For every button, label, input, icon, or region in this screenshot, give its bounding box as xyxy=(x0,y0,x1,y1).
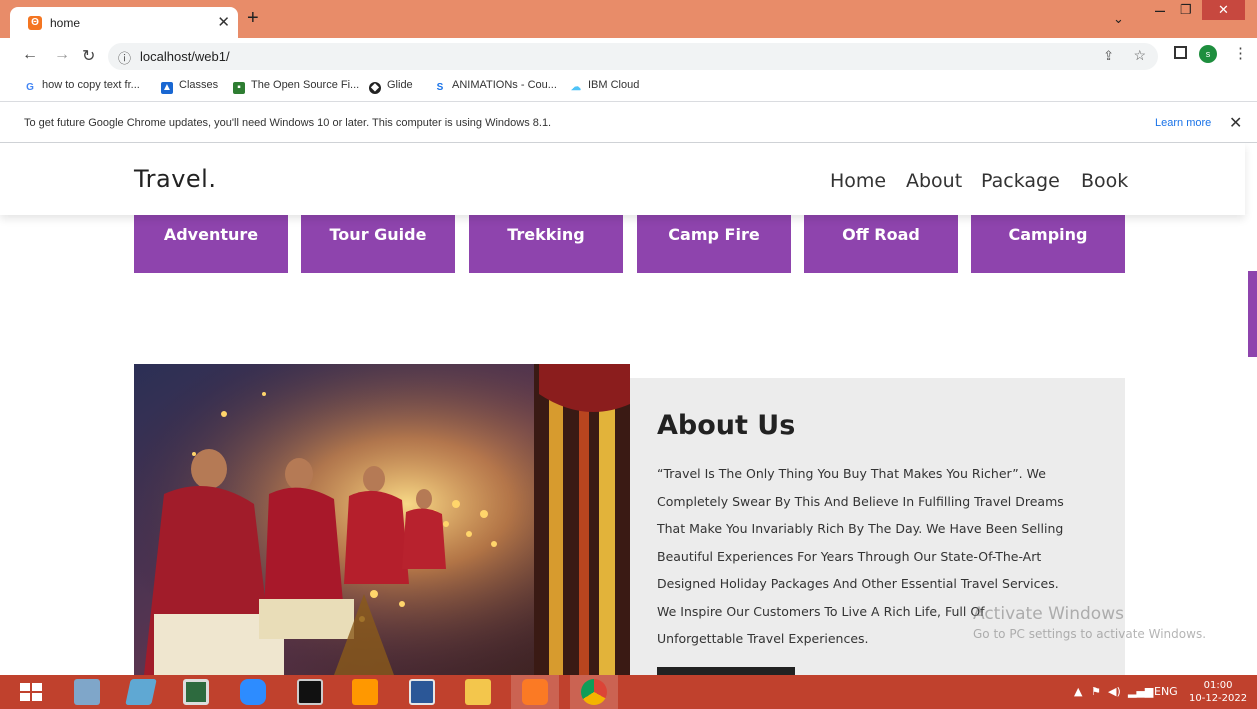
page-scrollbar-thumb[interactable] xyxy=(1248,271,1257,357)
service-label: Trekking xyxy=(507,225,585,244)
site-header: Travel. Home About Package Book xyxy=(0,143,1245,215)
bookmark-item[interactable]: ▲ Classes xyxy=(161,79,218,94)
bookmark-item[interactable]: ▪ The Open Source Fi... xyxy=(233,79,359,94)
action-center-flag-icon[interactable]: ⚑ xyxy=(1091,685,1101,698)
word-icon[interactable] xyxy=(409,679,435,705)
infobar-close-icon[interactable]: ✕ xyxy=(1229,113,1242,133)
service-label: Off Road xyxy=(842,225,920,244)
minimize-window-icon[interactable]: – xyxy=(1155,0,1165,21)
close-window-icon[interactable]: ✕ xyxy=(1202,0,1245,20)
browser-tab-strip: Θ home ✕ + ⌄ – ❐ ✕ xyxy=(0,0,1257,38)
infobar-message: To get future Google Chrome updates, you… xyxy=(24,117,552,129)
about-line: Beautiful Experiences For Years Through … xyxy=(657,548,1042,564)
tray-overflow-icon[interactable]: ▲ xyxy=(1074,685,1082,698)
bookmark-item[interactable]: ◆ Glide xyxy=(369,79,413,94)
open-source-icon: ▪ xyxy=(233,82,245,94)
activate-windows-watermark: Activate Windows xyxy=(973,604,1124,624)
tab-title: home xyxy=(50,16,81,30)
learn-more-link[interactable]: Learn more xyxy=(1155,117,1211,129)
maximize-window-icon[interactable]: ❐ xyxy=(1180,2,1192,18)
about-line: That Make You Invariably Rich By The Day… xyxy=(657,521,1064,536)
windows-taskbar: ▲ ⚑ ◀) ▂▄▆ ENG 01:00 10-12-2022 xyxy=(0,675,1257,709)
bookmark-label: how to copy text fr... xyxy=(42,79,140,91)
site-logo[interactable]: Travel. xyxy=(134,165,216,193)
network-signal-icon[interactable]: ▂▄▆ xyxy=(1128,685,1153,698)
reload-icon[interactable]: ↻ xyxy=(82,46,95,66)
about-line: Completely Swear By This And Believe In … xyxy=(657,493,1064,509)
side-panel-icon[interactable] xyxy=(1174,46,1187,59)
nav-link-about[interactable]: About xyxy=(906,170,962,192)
address-bar[interactable]: ⓘ localhost/web1/ ⇪ ☆ xyxy=(108,43,1158,70)
bookmark-item[interactable]: ☁ IBM Cloud xyxy=(570,79,639,94)
google-icon: G xyxy=(26,82,34,93)
nav-link-book[interactable]: Book xyxy=(1081,170,1128,192)
bookmark-label: The Open Source Fi... xyxy=(251,79,360,91)
cloud-icon: ☁ xyxy=(571,82,581,93)
about-title: About Us xyxy=(657,410,796,441)
profile-avatar[interactable]: s xyxy=(1199,45,1217,63)
share-icon[interactable]: ⇪ xyxy=(1103,48,1114,64)
about-line: Designed Holiday Packages And Other Esse… xyxy=(657,576,1059,591)
task-manager-icon[interactable] xyxy=(183,679,209,705)
chrome-menu-icon[interactable]: ⋮ xyxy=(1233,44,1248,62)
nav-link-home[interactable]: Home xyxy=(830,170,886,192)
start-icon[interactable] xyxy=(20,683,42,701)
photos-icon[interactable] xyxy=(74,679,100,705)
back-arrow-icon[interactable]: ← xyxy=(22,46,38,64)
bookmarks-bar: Ghow to copy text fr... ▲ Classes ▪ The Op… xyxy=(0,74,1257,101)
command-prompt-icon[interactable] xyxy=(297,679,323,705)
bookmark-item[interactable]: Ghow to copy text fr... xyxy=(24,79,140,94)
taskbar-clock[interactable]: 01:00 10-12-2022 xyxy=(1189,679,1247,705)
read-more-button[interactable] xyxy=(657,667,795,675)
zoom-icon[interactable] xyxy=(240,679,266,705)
site-info-icon[interactable]: ⓘ xyxy=(118,48,131,67)
browser-tab[interactable]: Θ home ✕ xyxy=(10,7,238,38)
bookmark-label: Classes xyxy=(179,79,219,91)
notes-icon[interactable] xyxy=(125,679,157,705)
glide-icon: ◆ xyxy=(369,82,381,94)
bookmark-label: Glide xyxy=(387,79,413,91)
chrome-icon[interactable] xyxy=(581,679,607,705)
sublime-text-icon[interactable] xyxy=(352,679,378,705)
xampp-icon[interactable] xyxy=(522,679,548,705)
service-label: Camping xyxy=(1008,225,1088,244)
address-bar-row: ← → ↻ ⓘ localhost/web1/ ⇪ ☆ xyxy=(0,38,1257,74)
bookmark-label: IBM Cloud xyxy=(588,79,640,91)
tab-search-chevron-icon[interactable]: ⌄ xyxy=(1113,11,1124,27)
about-image xyxy=(134,364,630,675)
screen: Θ home ✕ + ⌄ – ❐ ✕ ← → ↻ ⓘ localhost/web… xyxy=(0,0,1257,709)
s-icon: S xyxy=(436,82,444,93)
service-label: Adventure xyxy=(163,225,259,244)
bookmark-item[interactable]: S ANIMATIONs - Cou... xyxy=(434,79,557,94)
update-infobar: To get future Google Chrome updates, you… xyxy=(0,101,1257,143)
file-explorer-icon[interactable] xyxy=(465,679,491,705)
web-page: Travel. Home About Package Book Adventur… xyxy=(0,143,1257,675)
tab-close-icon[interactable]: ✕ xyxy=(217,13,230,31)
language-indicator[interactable]: ENG xyxy=(1154,685,1178,698)
volume-icon[interactable]: ◀) xyxy=(1108,685,1121,698)
service-label: Tour Guide xyxy=(329,225,427,244)
url-text[interactable]: localhost/web1/ xyxy=(140,49,230,64)
forward-arrow-icon[interactable]: → xyxy=(54,46,70,64)
classes-icon: ▲ xyxy=(161,82,173,94)
about-line: “Travel Is The Only Thing You Buy That M… xyxy=(657,466,1046,481)
xampp-favicon-icon: Θ xyxy=(28,16,42,30)
bookmark-label: ANIMATIONs - Cou... xyxy=(452,79,557,91)
clock-date: 10-12-2022 xyxy=(1189,693,1248,704)
activate-windows-hint: Go to PC settings to activate Windows. xyxy=(973,627,1207,641)
new-tab-icon[interactable]: + xyxy=(247,8,259,28)
clock-time: 01:00 xyxy=(1203,680,1233,691)
bookmark-star-icon[interactable]: ☆ xyxy=(1133,47,1146,64)
nav-link-package[interactable]: Package xyxy=(981,170,1060,192)
service-label: Camp Fire xyxy=(668,225,760,244)
